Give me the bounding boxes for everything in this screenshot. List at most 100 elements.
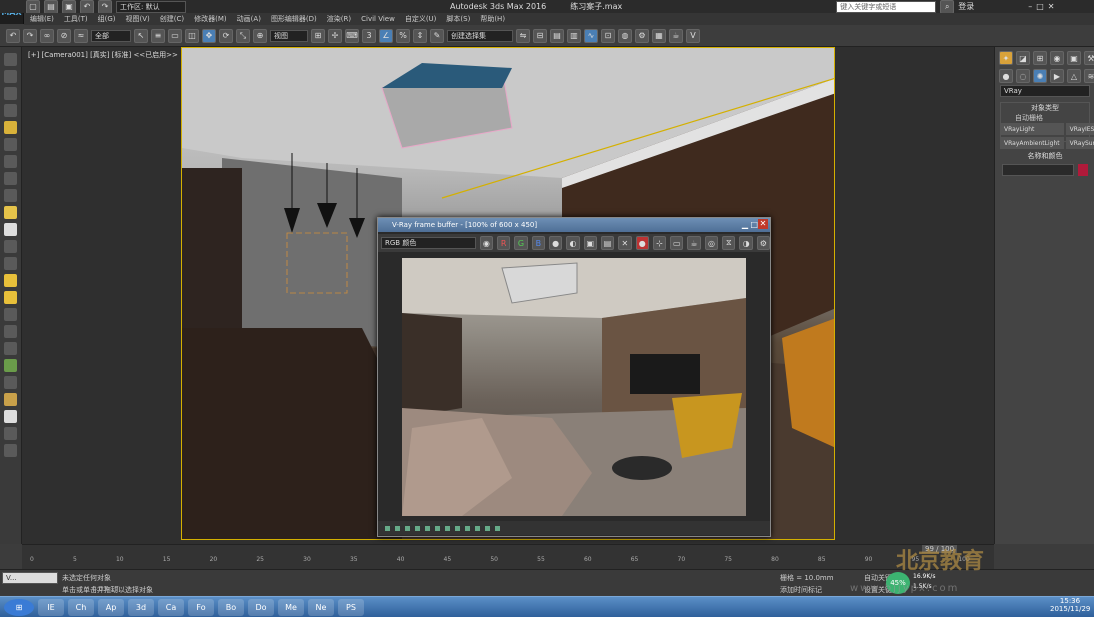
move-icon[interactable]: ✥ — [202, 28, 216, 43]
vfb-bottom-icon-10[interactable] — [474, 524, 481, 532]
taskbar-app-10[interactable]: PS — [338, 598, 364, 616]
tool-icon-4[interactable] — [4, 104, 17, 117]
bind-spacewarp-icon[interactable]: ≈ — [74, 28, 88, 43]
vfb-bottom-icon-11[interactable] — [484, 524, 491, 532]
redo-icon[interactable]: ↷ — [98, 0, 112, 14]
scale-icon[interactable]: ⤡ — [236, 28, 250, 43]
vfb-red-button[interactable]: R — [497, 236, 511, 250]
taskbar-app-1[interactable]: Ch — [68, 598, 94, 616]
keyboard-shortcut-icon[interactable]: ⌨ — [345, 28, 359, 43]
auto-grid-checkbox[interactable]: 自动栅格 — [1001, 113, 1089, 123]
vfb-render-icon[interactable]: ☕ — [687, 236, 701, 250]
tool-icon-13[interactable] — [4, 257, 17, 270]
named-selection-set[interactable]: 创建选择集 — [447, 29, 513, 42]
selection-filter[interactable]: 全部 — [91, 29, 131, 42]
tool-icon-22[interactable] — [4, 410, 17, 423]
vfb-bottom-icon-9[interactable] — [464, 524, 471, 532]
taskbar-app-0[interactable]: IE — [38, 598, 64, 616]
undo-icon[interactable]: ↶ — [80, 0, 94, 14]
unlink-icon[interactable]: ⊘ — [57, 28, 71, 43]
percent-snap-icon[interactable]: % — [396, 28, 410, 43]
spacewarps-icon[interactable]: ≋ — [1084, 69, 1094, 83]
menu-item-9[interactable]: Civil View — [361, 15, 395, 23]
utilities-tab-icon[interactable]: ⚒ — [1084, 51, 1094, 65]
vfb-stop-icon[interactable]: ● — [635, 236, 649, 250]
modify-tab-icon[interactable]: ◪ — [1016, 51, 1030, 65]
tool-icon-21[interactable] — [4, 393, 17, 406]
name-color-title[interactable]: 名称和颜色 — [1000, 151, 1090, 161]
vfb-settings-icon[interactable]: ⚙ — [756, 236, 771, 250]
vfb-bottom-icon-7[interactable] — [444, 524, 451, 532]
vfb-bottom-icon-12[interactable] — [494, 524, 501, 532]
vrayambientlight-button[interactable]: VRayAmbientLight — [1000, 137, 1064, 149]
start-button[interactable]: ⊞ — [4, 598, 34, 616]
menu-item-8[interactable]: 渲染(R) — [327, 14, 351, 24]
vfb-track-mouse-icon[interactable]: ⊹ — [652, 236, 667, 250]
viewport-label[interactable]: [+] [Camera001] [真实] [标准] <<已启用>> — [28, 50, 178, 60]
curve-editor-icon[interactable]: ∿ — [584, 28, 598, 43]
vfb-bottom-icon-1[interactable] — [384, 524, 391, 532]
angle-snap-icon[interactable]: ∠ — [379, 28, 393, 43]
vfb-history-icon[interactable]: ⧖ — [722, 236, 736, 250]
spinner-snap-icon[interactable]: ⇕ — [413, 28, 427, 43]
shapes-icon[interactable]: ◌ — [1016, 69, 1030, 83]
add-time-tag[interactable]: 添加时间标记 — [780, 585, 822, 595]
cameras-icon[interactable]: ▶ — [1050, 69, 1064, 83]
menu-item-6[interactable]: 动画(A) — [237, 14, 261, 24]
rect-select-icon[interactable]: ▭ — [168, 28, 182, 43]
light-type-select[interactable]: VRay — [1000, 85, 1090, 97]
tool-icon-24[interactable] — [4, 444, 17, 457]
menu-item-11[interactable]: 脚本(S) — [446, 14, 470, 24]
render-production-icon[interactable]: ☕ — [669, 28, 683, 43]
vfb-mono-icon[interactable]: ◐ — [566, 236, 580, 250]
menu-item-2[interactable]: 组(G) — [98, 14, 116, 24]
tool-icon-15[interactable] — [4, 291, 17, 304]
tool-icon-23[interactable] — [4, 427, 17, 440]
vfb-blue-button[interactable]: B — [531, 236, 545, 250]
geometry-icon[interactable]: ● — [999, 69, 1013, 83]
workspace-select[interactable]: 工作区: 默认 — [116, 0, 186, 13]
menu-item-0[interactable]: 编辑(E) — [30, 14, 54, 24]
taskbar-app-2[interactable]: Ap — [98, 598, 124, 616]
vfb-bottom-icon-6[interactable] — [434, 524, 441, 532]
motion-tab-icon[interactable]: ◉ — [1050, 51, 1064, 65]
window-crossing-icon[interactable]: ◫ — [185, 28, 199, 43]
reference-coordinate-select[interactable]: 视图 — [270, 29, 308, 42]
tool-icon-9[interactable] — [4, 189, 17, 202]
maximize-button[interactable]: □ — [1036, 2, 1044, 11]
close-button[interactable]: ✕ — [1048, 2, 1055, 11]
search-input[interactable]: 键入关键字或短语 — [836, 0, 937, 13]
align-icon[interactable]: ⊟ — [533, 28, 547, 43]
tool-icon-3[interactable] — [4, 87, 17, 100]
menu-item-12[interactable]: 帮助(H) — [480, 14, 505, 24]
menu-item-4[interactable]: 创建(C) — [160, 14, 184, 24]
new-file-icon[interactable]: ▢ — [26, 0, 40, 14]
menu-item-5[interactable]: 修改器(M) — [194, 14, 227, 24]
vfb-correction-icon[interactable]: ◑ — [739, 236, 753, 250]
vfb-alpha-icon[interactable]: ● — [548, 236, 563, 250]
tool-icon-12[interactable] — [4, 240, 17, 253]
tool-icon-7[interactable] — [4, 155, 17, 168]
vfb-bottom-icon-5[interactable] — [424, 524, 431, 532]
user-login[interactable]: 登录 — [958, 1, 974, 12]
tool-icon-18[interactable] — [4, 342, 17, 355]
color-swatch[interactable] — [1078, 164, 1088, 176]
vraysun-button[interactable]: VRaySun — [1065, 137, 1094, 149]
object-type-title[interactable]: 对象类型 — [1001, 103, 1089, 113]
tool-icon-14[interactable] — [4, 274, 17, 287]
timeline[interactable]: 99 / 100 0 5 10 15 20 25 30 35 40 45 50 55 60 65 70 75 8… — [22, 544, 994, 569]
schematic-view-icon[interactable]: ⊡ — [601, 28, 615, 43]
tool-icon-10[interactable] — [4, 206, 17, 219]
menu-item-10[interactable]: 自定义(U) — [405, 14, 437, 24]
taskbar-app-5[interactable]: Fo — [188, 598, 214, 616]
lights-icon[interactable]: ✺ — [1033, 69, 1047, 83]
taskbar-app-7[interactable]: Do — [248, 598, 274, 616]
select-by-name-icon[interactable]: ≡ — [151, 28, 165, 43]
select-object-icon[interactable]: ↖ — [134, 28, 148, 43]
vfb-close-button[interactable]: ✕ — [758, 219, 768, 229]
taskbar-app-9[interactable]: Ne — [308, 598, 334, 616]
layer-explorer-icon[interactable]: ▤ — [550, 28, 564, 43]
tool-icon-17[interactable] — [4, 325, 17, 338]
vfb-maximize-button[interactable]: □ — [750, 220, 758, 229]
taskbar-app-3[interactable]: 3d — [128, 598, 154, 616]
